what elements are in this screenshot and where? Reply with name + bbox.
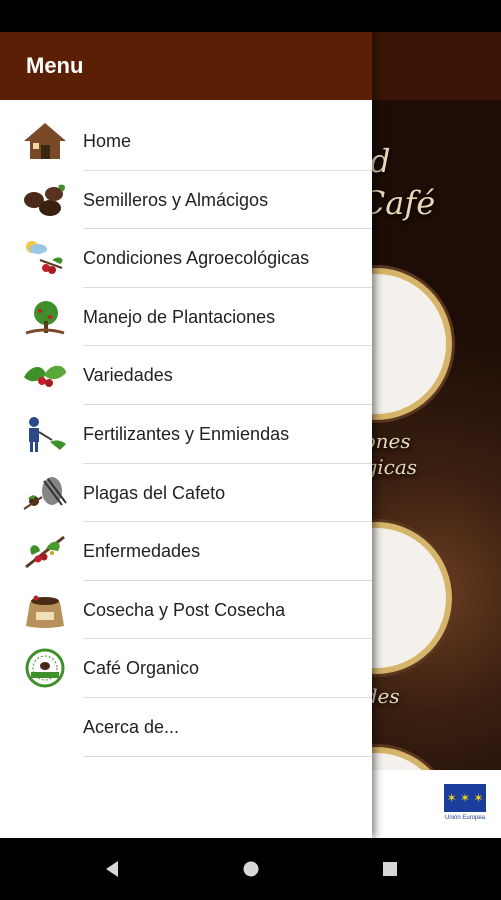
status-bar [0,0,501,32]
farmer-sprayer-icon [29,416,66,452]
eu-flag-icon: ✶ ✶ ✶ [444,784,486,812]
eu-caption: Unión Europea [444,815,486,821]
menu-item-label: Home [83,131,132,151]
drawer-title: Menu [26,53,84,78]
menu-item-condiciones[interactable]: Condiciones Agroecológicas [0,229,372,288]
menu-item-cosecha[interactable]: Cosecha y Post Cosecha [0,581,372,640]
menu-list: Home Semilleros y Almácigos Condiciones … [0,112,372,757]
menu-item-manejo[interactable]: Manejo de Plantaciones [0,288,372,347]
menu-item-label: Acerca de... [83,716,180,737]
menu-item-label: Fertilizantes y Enmiendas [83,423,290,444]
menu-item-label: Café Organico [83,658,200,679]
weather-cherries-icon [26,241,63,275]
back-icon[interactable] [99,856,125,882]
menu-item-plagas[interactable]: Plagas del Cafeto [0,464,372,523]
drawer-header: Menu [0,32,372,100]
menu-item-label: Condiciones Agroecológicas [83,248,310,269]
menu-item-label: Semilleros y Almácigos [83,189,269,210]
pest-icon [23,476,67,510]
plantation-tree-icon [25,300,65,335]
menu-item-label: Plagas del Cafeto [83,482,226,503]
menu-item-label: Cosecha y Post Cosecha [83,599,286,620]
menu-divider [83,755,372,757]
diseased-branch-icon [25,535,65,569]
menu-item-variedades[interactable]: Variedades [0,346,372,405]
navigation-drawer: Menu Home Semilleros y Almácigos Condici… [0,32,372,838]
coffee-beans-icon [24,184,65,216]
menu-item-home[interactable]: Home [0,112,372,171]
coffee-sack-icon [26,595,64,628]
app-screen: d n Café ciones ológicas dades ✶ ✶ ✶ Uni… [0,32,501,838]
menu-item-label: Manejo de Plantaciones [83,306,276,327]
menu-item-fertilizantes[interactable]: Fertilizantes y Enmiendas [0,405,372,464]
menu-item-acerca[interactable]: Acerca de... [0,698,372,757]
coffee-leaves-icon [24,366,66,388]
home-circle-icon[interactable] [238,856,264,882]
menu-item-label: Enfermedades [83,541,201,562]
organic-seal-icon [25,648,65,688]
house-icon [24,123,66,159]
menu-item-semilleros[interactable]: Semilleros y Almácigos [0,171,372,230]
menu-item-label: Variedades [83,365,173,386]
system-nav-bar [0,838,501,900]
menu-item-organico[interactable]: Café Organico [0,639,372,698]
recents-square-icon[interactable] [377,856,403,882]
menu-item-enfermedades[interactable]: Enfermedades [0,522,372,581]
